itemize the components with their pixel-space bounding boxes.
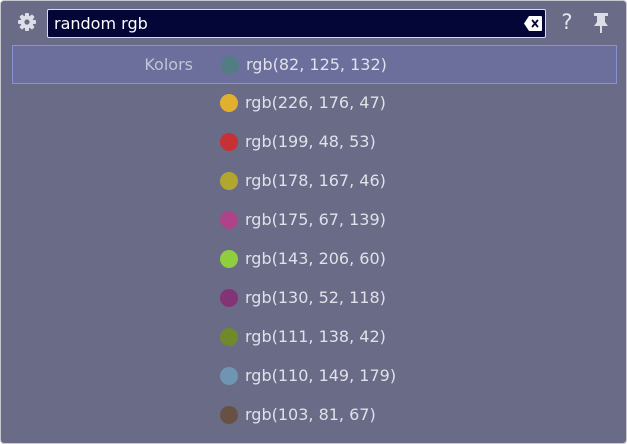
color-swatch-icon (220, 250, 238, 268)
result-row[interactable]: rgb(130, 52, 118) (12, 279, 617, 318)
result-row[interactable]: rgb(178, 167, 46) (12, 162, 617, 201)
result-row[interactable]: rgb(111, 138, 42) (12, 318, 617, 357)
color-swatch-icon (220, 406, 238, 424)
top-bar: ? (1, 1, 626, 43)
result-row[interactable]: rgb(175, 67, 139) (12, 201, 617, 240)
result-row[interactable]: rgb(226, 176, 47) (12, 84, 617, 123)
color-swatch-icon (221, 56, 239, 74)
search-input[interactable] (54, 10, 514, 37)
result-label: rgb(175, 67, 139) (245, 210, 386, 229)
pin-icon[interactable] (592, 13, 610, 33)
result-label: rgb(199, 48, 53) (245, 132, 376, 151)
color-swatch-icon (220, 367, 238, 385)
result-label: rgb(178, 167, 46) (245, 171, 386, 190)
result-label: rgb(143, 206, 60) (245, 249, 386, 268)
search-box (47, 9, 546, 38)
result-source-label: Kolors (144, 55, 193, 74)
color-swatch-icon (220, 211, 238, 229)
result-row[interactable]: rgb(110, 149, 179) (12, 357, 617, 396)
result-label: rgb(110, 149, 179) (245, 366, 397, 385)
result-row[interactable]: rgb(103, 81, 67) (12, 396, 617, 435)
result-label: rgb(130, 52, 118) (245, 288, 386, 307)
result-row[interactable]: Kolors rgb(82, 125, 132) (12, 45, 617, 84)
result-row[interactable]: rgb(143, 206, 60) (12, 240, 617, 279)
result-label: rgb(111, 138, 42) (245, 327, 386, 346)
gear-icon[interactable] (17, 12, 37, 32)
color-swatch-icon (220, 172, 238, 190)
color-swatch-icon (220, 289, 238, 307)
help-button[interactable]: ? (557, 9, 577, 35)
result-label: rgb(103, 81, 67) (245, 405, 376, 424)
result-row[interactable]: rgb(199, 48, 53) (12, 123, 617, 162)
result-label: rgb(226, 176, 47) (245, 93, 386, 112)
color-swatch-icon (220, 94, 238, 112)
color-swatch-icon (220, 328, 238, 346)
color-swatch-icon (220, 133, 238, 151)
clear-search-icon[interactable] (524, 16, 542, 31)
result-label: rgb(82, 125, 132) (246, 55, 387, 74)
launcher-window: ? Kolors rgb(82, 125, 132) rgb(226, 176, 4… (0, 0, 627, 444)
